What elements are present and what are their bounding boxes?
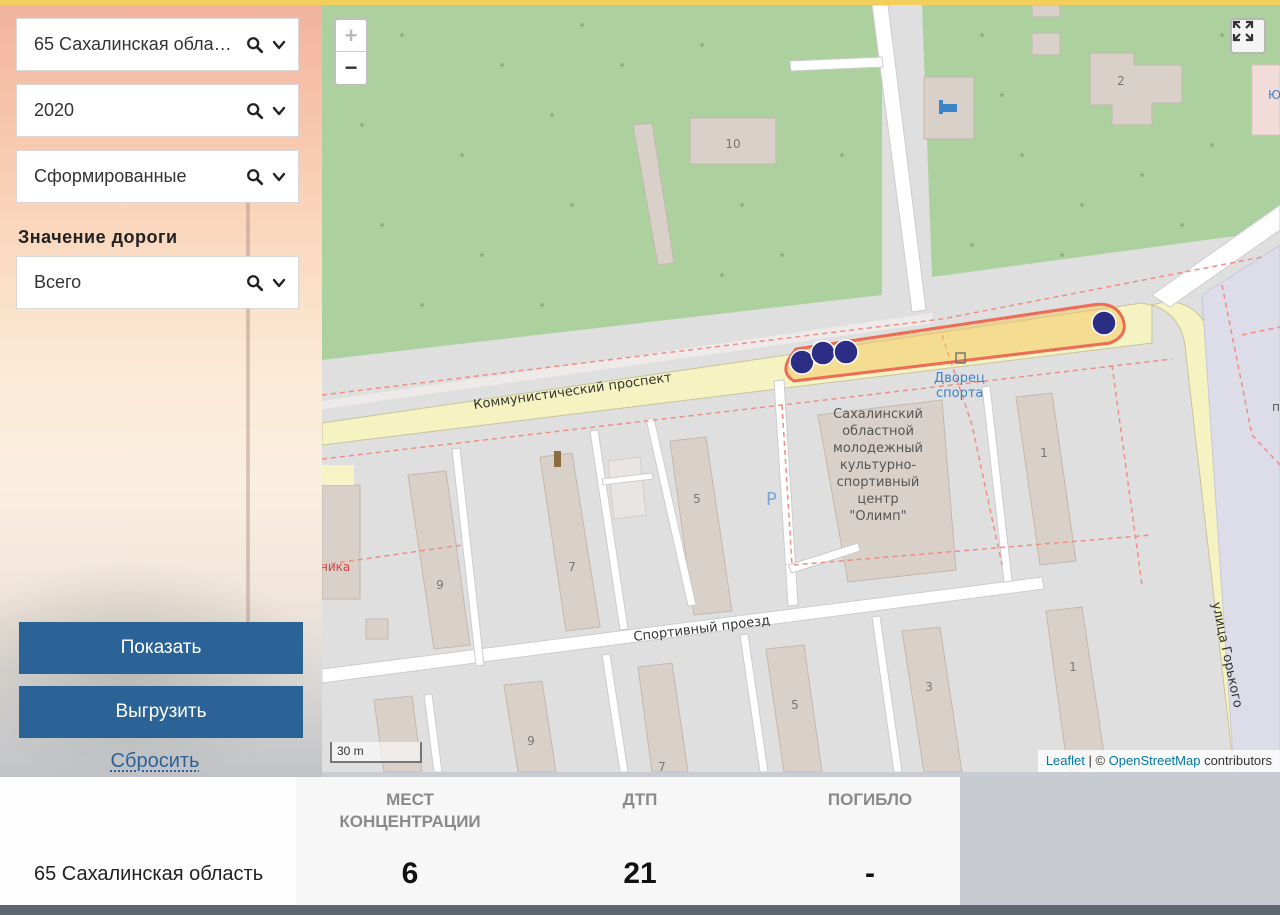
- show-button[interactable]: Показать: [19, 622, 303, 674]
- chevron-down-icon[interactable]: [272, 104, 286, 118]
- chevron-down-icon[interactable]: [272, 170, 286, 184]
- search-icon[interactable]: [246, 36, 264, 54]
- osm-link[interactable]: OpenStreetMap: [1109, 753, 1201, 768]
- svg-text:10: 10: [725, 137, 740, 151]
- svg-text:спортивный: спортивный: [837, 475, 920, 490]
- fullscreen-button[interactable]: [1230, 18, 1266, 54]
- zoom-out-button[interactable]: −: [336, 52, 366, 84]
- svg-text:3: 3: [925, 680, 933, 694]
- road-type-select-value: Всего: [34, 272, 82, 292]
- svg-text:9: 9: [436, 578, 444, 592]
- svg-text:5: 5: [693, 492, 701, 506]
- region-select-value: 65 Сахалинская область: [34, 34, 241, 54]
- stats-section: 65 Сахалинская область МЕСТ КОНЦЕНТРАЦИИ…: [0, 777, 1280, 915]
- top-accent-strip: [0, 0, 1280, 5]
- svg-text:1: 1: [1040, 446, 1048, 460]
- reset-link[interactable]: Сбросить: [0, 750, 310, 773]
- svg-text:"Олимп": "Олимп": [849, 509, 906, 524]
- svg-text:2: 2: [1117, 74, 1125, 88]
- map-attribution: Leaflet | © OpenStreetMap contributors: [1037, 750, 1280, 772]
- svg-text:п: п: [1272, 400, 1280, 414]
- header-fatalities: ПОГИБЛО: [827, 790, 913, 809]
- svg-text:7: 7: [658, 760, 666, 772]
- svg-text:молодежный: молодежный: [833, 441, 923, 456]
- svg-text:1: 1: [1069, 660, 1077, 674]
- svg-text:культурно-: культурно-: [840, 458, 916, 473]
- status-select[interactable]: Сформированные: [16, 150, 299, 203]
- value-accidents: 21: [623, 857, 657, 890]
- svg-text:областной: областной: [842, 424, 914, 439]
- fullscreen-icon: [1232, 20, 1254, 42]
- partial-poi-label: ника: [322, 560, 350, 574]
- search-icon[interactable]: [246, 274, 264, 292]
- map-view[interactable]: Коммунистический проспект Спортивный про…: [322, 5, 1280, 772]
- poi-label-line1: Дворец: [934, 371, 985, 386]
- map-tiles[interactable]: Коммунистический проспект Спортивный про…: [322, 5, 1280, 772]
- map-scale: 30 m: [330, 742, 422, 763]
- bottom-bar: [0, 905, 1280, 915]
- road-type-select[interactable]: Всего: [16, 256, 299, 309]
- road-type-label: Значение дороги: [18, 227, 178, 247]
- svg-text:Сахалинский: Сахалинский: [833, 407, 923, 422]
- svg-text:Ю: Ю: [1268, 88, 1280, 102]
- header-concentration: МЕСТ КОНЦЕНТРАЦИИ: [339, 790, 481, 831]
- search-icon[interactable]: [246, 102, 264, 120]
- svg-text:5: 5: [791, 698, 799, 712]
- svg-text:центр: центр: [857, 492, 898, 507]
- accident-marker: [1091, 310, 1117, 336]
- export-button[interactable]: Выгрузить: [19, 686, 303, 738]
- monument-icon: [554, 451, 561, 467]
- region-select[interactable]: 65 Сахалинская область: [16, 18, 299, 71]
- zoom-control[interactable]: + −: [334, 18, 368, 86]
- leaflet-link[interactable]: Leaflet: [1046, 753, 1085, 768]
- stats-region-name: 65 Сахалинская область: [34, 863, 264, 885]
- search-icon[interactable]: [246, 168, 264, 186]
- zoom-in-button[interactable]: +: [336, 20, 366, 52]
- park-area-right: [922, 5, 1280, 277]
- header-accidents: ДТП: [622, 790, 658, 809]
- accident-marker: [810, 340, 836, 366]
- value-concentration: 6: [401, 857, 419, 890]
- value-fatalities: -: [865, 857, 875, 890]
- svg-text:9: 9: [527, 734, 535, 748]
- attribution-tail: contributors: [1200, 753, 1272, 768]
- status-select-value: Сформированные: [34, 166, 187, 186]
- svg-text:7: 7: [568, 560, 576, 574]
- parking-label: P: [766, 489, 777, 510]
- stats-table: 65 Сахалинская область МЕСТ КОНЦЕНТРАЦИИ…: [0, 777, 960, 905]
- year-select-value: 2020: [34, 100, 75, 120]
- attribution-separator: | ©: [1084, 753, 1109, 768]
- accident-marker: [833, 339, 859, 365]
- chevron-down-icon[interactable]: [272, 276, 286, 290]
- year-select[interactable]: 2020: [16, 84, 299, 137]
- poi-label-line2: спорта: [936, 386, 983, 401]
- chevron-down-icon[interactable]: [272, 38, 286, 52]
